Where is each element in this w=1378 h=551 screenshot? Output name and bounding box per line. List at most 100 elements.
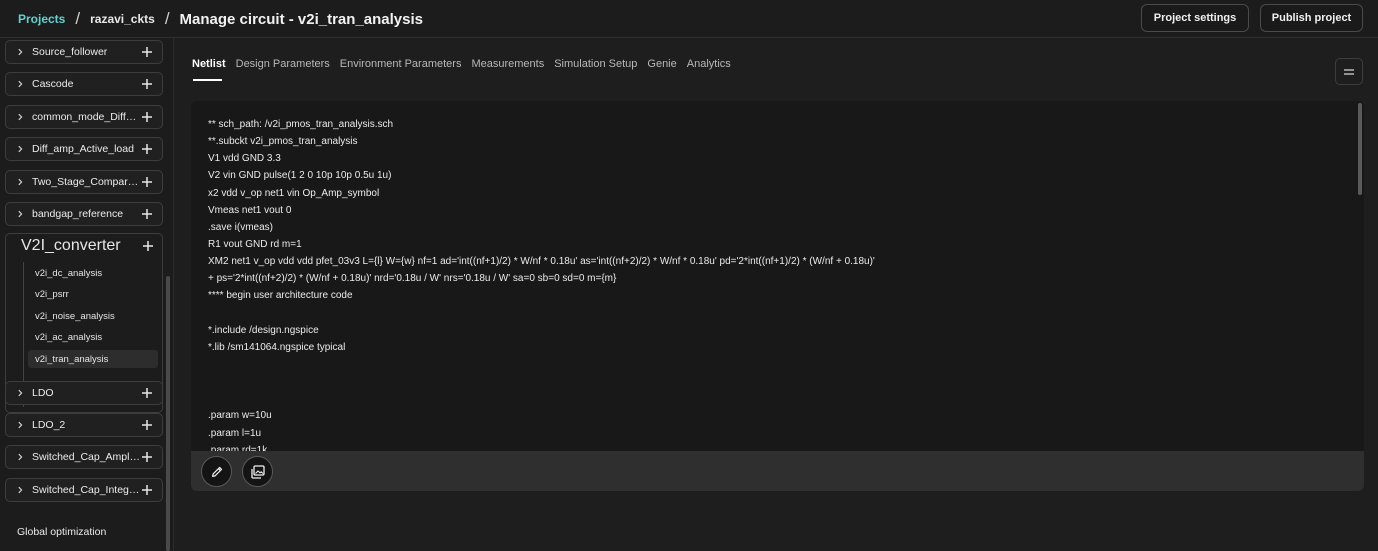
sidebar-group-label: Cascode	[32, 78, 74, 91]
sidebar-group-label: V2I_converter	[21, 237, 121, 254]
netlist-line: V1 vdd GND 3.3	[208, 153, 281, 165]
plus-icon[interactable]	[140, 45, 154, 59]
plus-icon[interactable]	[142, 239, 154, 257]
plus-icon[interactable]	[140, 207, 154, 221]
sidebar-subitem[interactable]: v2i_tran_analysis	[28, 350, 158, 368]
chevron-right-icon	[14, 72, 26, 96]
tab-genie[interactable]: Genie	[647, 58, 676, 70]
netlist-line	[208, 390, 1338, 407]
project-settings-button[interactable]: Project settings	[1141, 4, 1249, 32]
breadcrumb-separator: /	[164, 9, 170, 28]
chevron-right-icon	[14, 40, 26, 64]
netlist-line: .param rd=1k	[208, 444, 268, 451]
sidebar-group[interactable]: Diff_amp_Active_load	[5, 137, 163, 162]
sidebar-group-label: LDO	[32, 387, 54, 399]
sidebar-group-label: Source_follower	[32, 46, 108, 58]
tab-bar: Netlist Design Parameters Environment Para…	[192, 58, 741, 70]
editor-toolbar	[191, 451, 1364, 491]
pencil-icon	[211, 466, 222, 477]
sidebar-group[interactable]: Source_follower	[5, 40, 163, 64]
netlist-editor[interactable]: ** sch_path: /v2i_pmos_tran_analysis.sch…	[191, 101, 1364, 491]
sidebar-subitem[interactable]: v2i_dc_analysis	[28, 264, 158, 282]
global-optimization-link[interactable]: Global optimization	[17, 526, 106, 538]
netlist-line: ** sch_path: /v2i_pmos_tran_analysis.sch	[208, 119, 394, 130]
chevron-right-icon	[14, 413, 26, 437]
breadcrumb-separator: /	[75, 9, 81, 28]
netlist-line	[208, 305, 1338, 322]
sidebar-group[interactable]: common_mode_Differential	[5, 104, 163, 129]
plus-icon[interactable]	[140, 418, 154, 432]
breadcrumb: Projects / razavi_ckts / Manage circuit …	[18, 9, 423, 29]
netlist-line: x2 vdd v_op net1 vin Op_Amp_symbol	[208, 187, 380, 199]
breadcrumb-projects-link[interactable]: Projects	[18, 12, 65, 26]
netlist-line: .save i(vmeas)	[208, 221, 274, 233]
sidebar-group-label: LDO_2	[32, 419, 66, 432]
chevron-right-icon	[14, 170, 26, 194]
plus-icon[interactable]	[140, 175, 154, 189]
sidebar-group-label: bandgap_reference	[32, 208, 124, 220]
netlist-line	[208, 373, 1338, 390]
sidebar-subitem[interactable]: v2i_noise_analysis	[28, 307, 158, 325]
sidebar-group-label: common_mode_Differential	[32, 110, 142, 123]
plus-icon[interactable]	[140, 110, 154, 124]
editor-scrollbar[interactable]	[1358, 103, 1362, 195]
sidebar: Source_follower Cascode common_mode_Differ…	[0, 38, 174, 551]
chevron-right-icon	[14, 381, 26, 405]
plus-icon[interactable]	[140, 77, 154, 91]
netlist-line: V2 vin GND pulse(1 2 0 10p 10p 0.5u 1u)	[208, 170, 392, 182]
plus-icon[interactable]	[140, 386, 154, 400]
netlist-line: R1 vout GND rd m=1	[208, 238, 302, 250]
plus-icon[interactable]	[140, 142, 154, 156]
image-gallery-icon	[250, 464, 265, 479]
tab-simulation-setup[interactable]: Simulation Setup	[554, 58, 637, 70]
sidebar-group-header[interactable]: V2I_converter	[6, 234, 162, 258]
netlist-code[interactable]: ** sch_path: /v2i_pmos_tran_analysis.sch…	[208, 116, 1338, 451]
page-title: Manage circuit - v2i_tran_analysis	[179, 10, 423, 28]
tab-environment-parameters[interactable]: Environment Parameters	[340, 58, 462, 70]
sidebar-subitem[interactable]: v2i_ac_analysis	[28, 329, 158, 347]
sidebar-group-label: Two_Stage_Comparator	[32, 175, 142, 188]
netlist-line: **** begin user architecture code	[208, 290, 353, 302]
plus-icon[interactable]	[140, 450, 154, 464]
netlist-line: + ps='2*int((nf+2)/2) * (W/nf + 0.18u)' …	[208, 273, 617, 285]
tab-design-parameters[interactable]: Design Parameters	[236, 58, 330, 70]
chevron-right-icon	[14, 105, 26, 129]
menu-button[interactable]	[1335, 58, 1363, 85]
sidebar-group-label: Diff_amp_Active_load	[32, 143, 134, 156]
sidebar-group-label: Switched_Cap_Amplifier	[32, 451, 142, 464]
sidebar-group[interactable]: LDO_2	[5, 413, 163, 438]
sidebar-group[interactable]: Two_Stage_Comparator	[5, 169, 163, 194]
tab-netlist[interactable]: Netlist	[192, 58, 226, 70]
chevron-right-icon	[14, 478, 26, 502]
breadcrumb-workspace-link[interactable]: razavi_ckts	[90, 12, 155, 26]
chevron-right-icon	[14, 137, 26, 161]
sidebar-group[interactable]: Switched_Cap_Amplifier	[5, 445, 163, 470]
plus-icon[interactable]	[140, 483, 154, 497]
chevron-right-icon	[14, 445, 26, 469]
netlist-line: .param l=1u	[208, 427, 262, 439]
netlist-line	[208, 356, 1338, 373]
netlist-line: *.lib /sm141064.ngspice typical	[208, 341, 346, 353]
netlist-line: Vmeas net1 vout 0	[208, 204, 292, 216]
sidebar-subitem[interactable]: v2i_psrr	[28, 286, 158, 304]
sidebar-group-label: Switched_Cap_Integrator	[32, 483, 142, 496]
sidebar-scrollbar[interactable]	[166, 276, 170, 551]
sidebar-divider	[173, 38, 174, 551]
hamburger-icon	[1344, 68, 1354, 75]
netlist-line: XM2 net1 v_op vdd vdd pfet_03v3 L={l} W=…	[208, 256, 875, 268]
sidebar-group[interactable]: Switched_Cap_Integrator	[5, 477, 163, 502]
chevron-right-icon	[14, 202, 26, 226]
publish-project-button[interactable]: Publish project	[1260, 4, 1363, 32]
sidebar-group[interactable]: LDO	[5, 381, 163, 405]
image-button[interactable]	[242, 456, 273, 487]
sidebar-group[interactable]: bandgap_reference	[5, 202, 163, 226]
top-header: Projects / razavi_ckts / Manage circuit …	[0, 0, 1378, 38]
active-tab-indicator	[193, 79, 222, 81]
netlist-line: .param w=10u	[208, 410, 272, 422]
edit-button[interactable]	[201, 456, 232, 487]
sidebar-group[interactable]: Cascode	[5, 72, 163, 97]
netlist-line: **.subckt v2i_pmos_tran_analysis	[208, 136, 358, 148]
tab-analytics[interactable]: Analytics	[687, 58, 731, 70]
tab-measurements[interactable]: Measurements	[471, 58, 544, 70]
netlist-line: *.include /design.ngspice	[208, 324, 319, 336]
